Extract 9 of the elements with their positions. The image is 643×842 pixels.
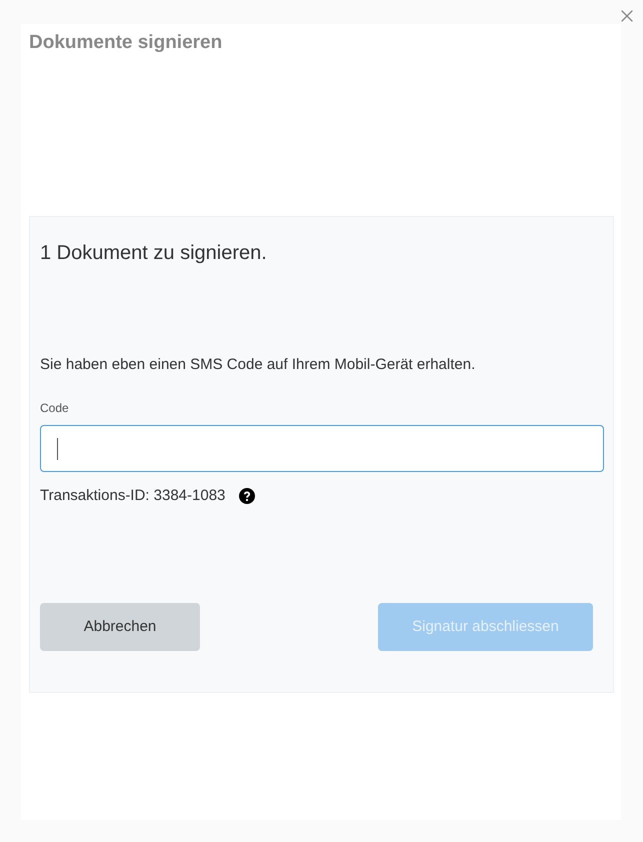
help-icon[interactable] [239, 488, 256, 504]
cancel-button[interactable]: Abbrechen [40, 603, 200, 651]
sms-message: Sie haben eben einen SMS Code auf Ihrem Mobil-Gerät erhalten. [40, 355, 476, 375]
code-label: Code [40, 401, 70, 415]
text-cursor [57, 438, 58, 460]
panel-heading: 1 Dokument zu signieren. [40, 241, 268, 265]
transaction-id: Transaktions-ID: 3384-1083 [40, 486, 226, 506]
code-field[interactable] [40, 425, 604, 472]
dialog-title: Dokumente signieren [29, 33, 224, 53]
